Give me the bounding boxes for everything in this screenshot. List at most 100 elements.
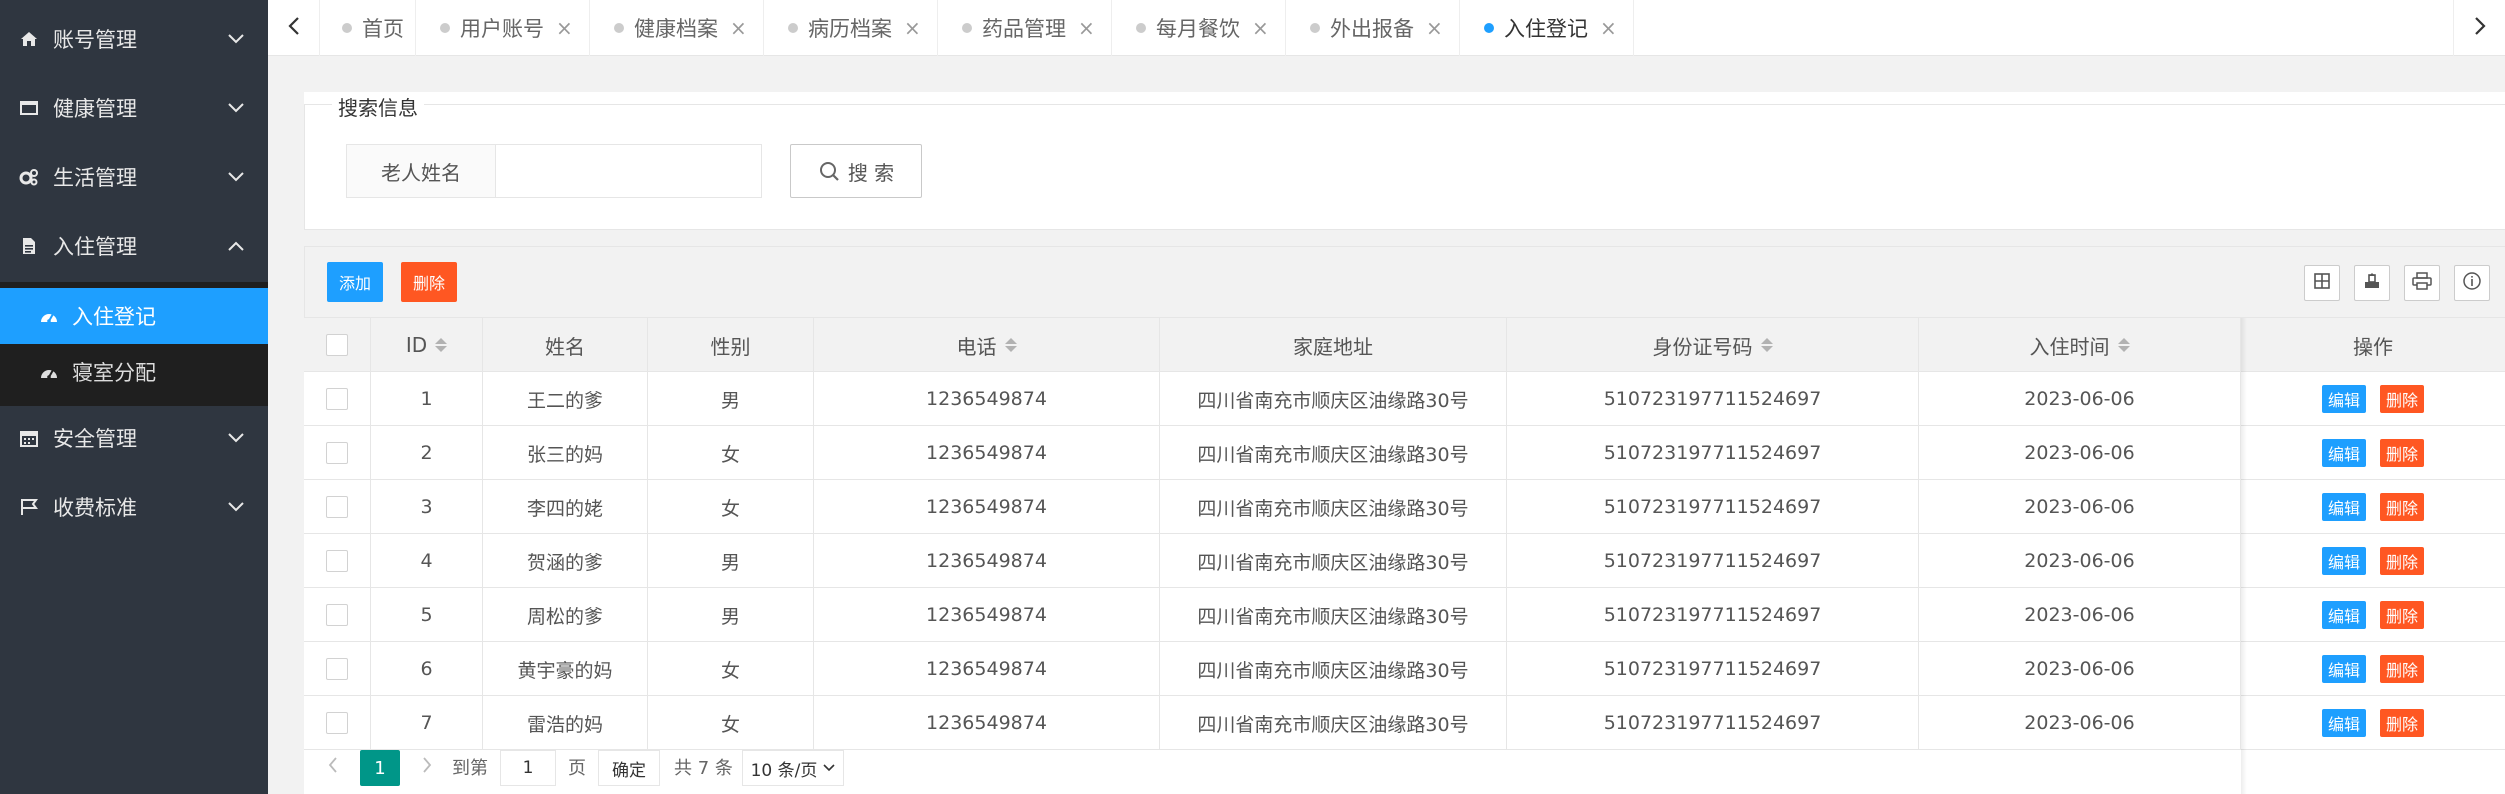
sidebar-item-life[interactable]: 生活管理 (0, 142, 268, 211)
page-size-label: 10 条/页 (750, 760, 818, 781)
sidebar-item-health[interactable]: 健康管理 (0, 73, 268, 142)
cell-address: 四川省南充市顺庆区油缘路30号 (1160, 534, 1507, 588)
cell-id: 1 (371, 372, 483, 426)
tab-user-accounts[interactable]: 用户账号 × (416, 0, 590, 56)
row-checkbox[interactable] (326, 712, 348, 734)
tab-health-records[interactable]: 健康档案 × (590, 0, 764, 56)
sidebar-item-account[interactable]: 账号管理 (0, 4, 268, 73)
sidebar-subitem-room-assign[interactable]: 寝室分配 (0, 344, 268, 400)
close-icon[interactable]: × (904, 16, 921, 40)
select-all-checkbox[interactable] (326, 334, 348, 356)
cell-text: 2023-06-06 (2024, 604, 2135, 626)
print-button[interactable] (2404, 265, 2440, 301)
next-page-button[interactable] (412, 752, 442, 782)
elder-name-input[interactable] (496, 144, 762, 198)
edit-button[interactable]: 编辑 (2321, 385, 2366, 413)
cell-id-card: 510723197711524697 (1507, 426, 1919, 480)
tab-outing-report[interactable]: 外出报备 × (1286, 0, 1460, 56)
pagination: 1 到第 1 页 确定 共 7 条 10 条/页 (304, 740, 2505, 794)
home-icon (18, 28, 40, 50)
cell-text: 1236549874 (926, 658, 1047, 680)
sidebar-item-label: 账号管理 (53, 27, 137, 52)
cell-gender: 男 (648, 588, 814, 642)
delete-button[interactable]: 删除 (2380, 601, 2425, 629)
tabs-scroll-left-button[interactable] (268, 0, 320, 56)
row-checkbox[interactable] (326, 442, 348, 464)
delete-button[interactable]: 删除 (2380, 655, 2425, 683)
flag-icon (18, 496, 40, 518)
goto-page-input[interactable]: 1 (500, 750, 556, 786)
edit-button[interactable]: 编辑 (2321, 439, 2366, 467)
row-checkbox[interactable] (326, 496, 348, 518)
close-icon[interactable]: × (1252, 16, 1269, 40)
edit-button[interactable]: 编辑 (2321, 655, 2366, 683)
edit-button[interactable]: 编辑 (2321, 493, 2366, 521)
goto-label: 到第 (452, 758, 488, 779)
sort-icon (435, 338, 448, 352)
sidebar-item-safety[interactable]: 安全管理 (0, 403, 268, 472)
delete-button[interactable]: 删除 (2380, 385, 2425, 413)
row-checkbox[interactable] (326, 550, 348, 572)
header-id-card[interactable]: 身份证号码 (1507, 318, 1919, 372)
tabs-scroll-right-button[interactable] (2453, 0, 2505, 56)
dashboard-icon (38, 361, 60, 383)
close-icon[interactable]: × (1078, 16, 1095, 40)
add-button[interactable]: 添加 (327, 262, 384, 302)
cell-actions: 编辑 删除 (2241, 534, 2505, 588)
close-icon[interactable]: × (730, 16, 747, 40)
columns-filter-button[interactable] (2304, 265, 2340, 301)
edit-button[interactable]: 编辑 (2321, 601, 2366, 629)
edit-button[interactable]: 编辑 (2321, 709, 2366, 737)
page-size-select[interactable]: 10 条/页 (742, 750, 844, 786)
delete-button[interactable]: 删除 (2380, 493, 2425, 521)
row-checkbox[interactable] (326, 658, 348, 680)
export-icon (2363, 272, 2381, 294)
batch-delete-button[interactable]: 删除 (401, 262, 458, 302)
tab-home[interactable]: 首页 (320, 0, 416, 56)
close-icon[interactable]: × (556, 16, 573, 40)
cell-select (304, 534, 371, 588)
prev-page-button[interactable] (318, 752, 348, 782)
close-icon[interactable]: × (1600, 16, 1617, 40)
header-id[interactable]: ID (371, 318, 483, 372)
header-phone[interactable]: 电话 (814, 318, 1160, 372)
cell-checkin-date: 2023-06-06 (1919, 480, 2241, 534)
tab-medicine[interactable]: 药品管理 × (938, 0, 1112, 56)
cell-checkin-date: 2023-06-06 (1919, 642, 2241, 696)
current-page[interactable]: 1 (360, 750, 400, 786)
tab-medical-records[interactable]: 病历档案 × (764, 0, 938, 56)
chevron-down-icon (226, 167, 246, 187)
chevron-down-icon (226, 497, 246, 517)
tab-checkin-register[interactable]: 入住登记 × (1460, 0, 1634, 56)
sidebar-item-checkin[interactable]: 入住管理 (0, 211, 268, 280)
delete-button[interactable]: 删除 (2380, 439, 2425, 467)
search-button[interactable]: 搜 索 (790, 144, 922, 198)
info-icon (2462, 271, 2482, 295)
tab-monthly-meals[interactable]: 每月餐饮 × (1112, 0, 1286, 56)
cell-id-card: 510723197711524697 (1507, 642, 1919, 696)
row-checkbox[interactable] (326, 388, 348, 410)
row-checkbox[interactable] (326, 604, 348, 626)
table-panel: 添加 删除 ID 姓名 性别 电话 家庭地址 身份证号码 入住时间 操作 1 王… (304, 246, 2505, 794)
cell-address: 四川省南充市顺庆区油缘路30号 (1160, 480, 1507, 534)
cell-id: 6 (371, 642, 483, 696)
header-checkin-date[interactable]: 入住时间 (1919, 318, 2241, 372)
cell-phone: 1236549874 (814, 372, 1160, 426)
sidebar: 账号管理 健康管理 生活管理 入住管理 入住登记 寝室分配 安全管理 收费标准 (0, 0, 268, 794)
cell-text: 2023-06-06 (2024, 712, 2135, 734)
header-label: 姓名 (545, 334, 585, 359)
close-icon[interactable]: × (1426, 16, 1443, 40)
info-button[interactable] (2454, 265, 2490, 301)
cell-text: 2023-06-06 (2024, 658, 2135, 680)
cell-actions: 编辑 删除 (2241, 480, 2505, 534)
edit-button[interactable]: 编辑 (2321, 547, 2366, 575)
sidebar-subitem-checkin-register[interactable]: 入住登记 (0, 288, 268, 344)
goto-confirm-button[interactable]: 确定 (598, 750, 660, 786)
cell-text: 510723197711524697 (1603, 388, 1822, 410)
export-button[interactable] (2354, 265, 2390, 301)
cell-text: 1236549874 (926, 442, 1047, 464)
delete-button[interactable]: 删除 (2380, 547, 2425, 575)
delete-button[interactable]: 删除 (2380, 709, 2425, 737)
sidebar-item-fees[interactable]: 收费标准 (0, 472, 268, 541)
cell-text: 女 (720, 443, 740, 466)
